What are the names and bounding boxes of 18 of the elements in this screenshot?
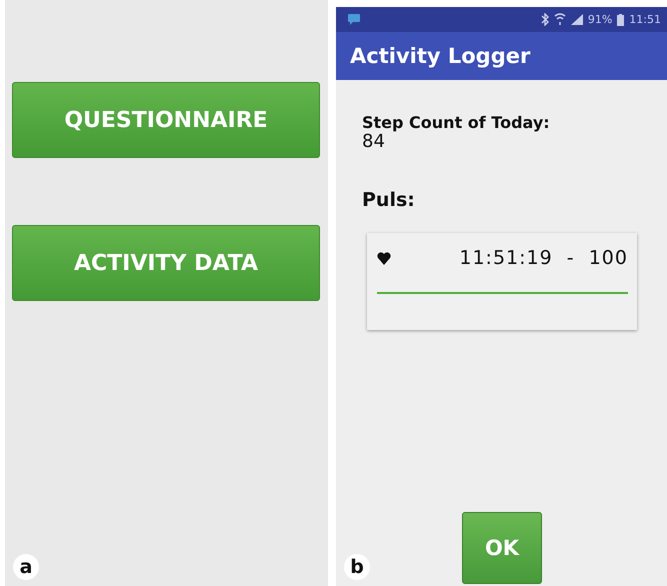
step-count-value: 84 xyxy=(362,132,385,152)
battery-percent: 91% xyxy=(588,13,612,26)
bluetooth-icon xyxy=(540,13,549,26)
battery-icon xyxy=(617,14,624,26)
ok-button[interactable]: OK xyxy=(462,512,542,584)
app-title: Activity Logger xyxy=(350,44,530,68)
menu-button[interactable]: QUESTIONNAIRE xyxy=(12,82,320,158)
panel-label: a xyxy=(13,554,39,580)
signal-icon xyxy=(570,14,583,25)
pulse-reading: 11:51:19 - 100 xyxy=(459,247,628,269)
pulse-label: Puls: xyxy=(362,189,416,211)
clock-time: 11:51 xyxy=(629,13,661,26)
menu-button[interactable]: ACTIVITY DATA xyxy=(12,225,320,301)
wifi-icon xyxy=(554,13,566,26)
panel-label: b xyxy=(344,554,370,580)
chat-icon xyxy=(348,14,360,25)
step-count-label: Step Count of Today: xyxy=(362,113,551,132)
heart-icon xyxy=(377,252,391,264)
